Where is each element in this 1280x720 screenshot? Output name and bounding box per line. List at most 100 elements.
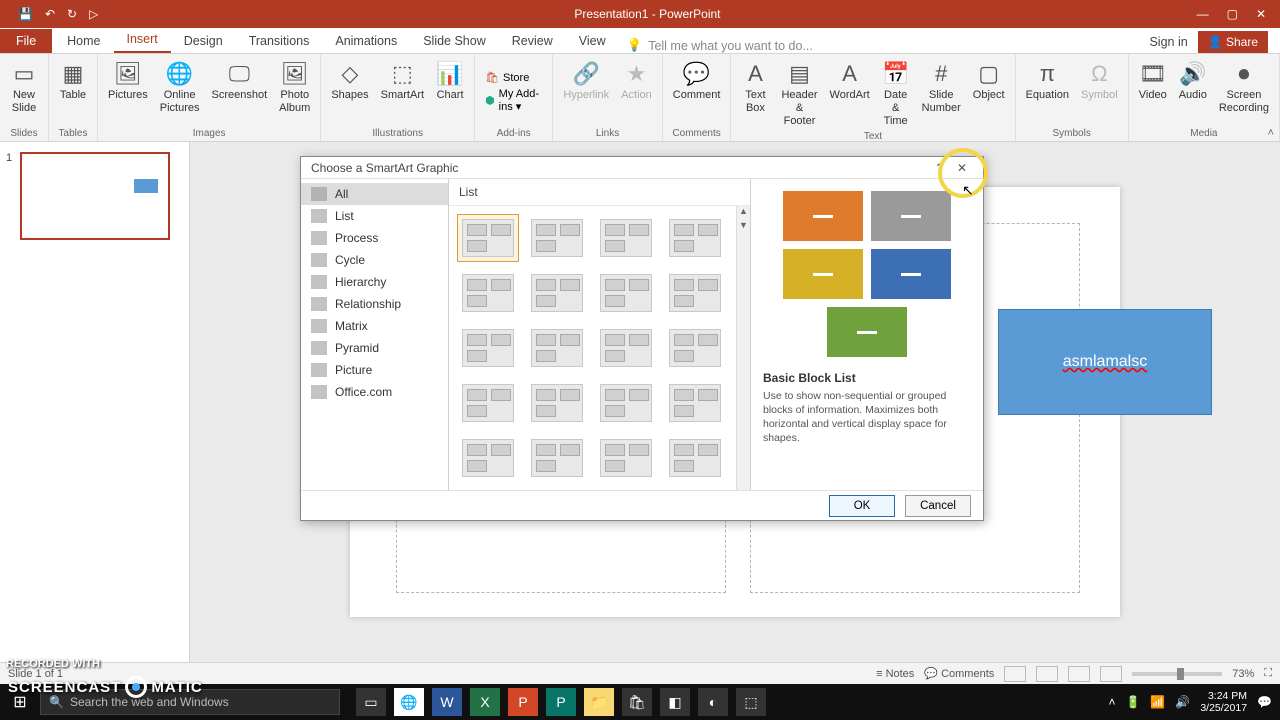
slide-number-button[interactable]: #SlideNumber (916, 56, 967, 131)
share-button[interactable]: 👤 Share (1198, 31, 1268, 53)
layout-option[interactable] (595, 269, 657, 317)
battery-icon[interactable]: 🔋 (1125, 695, 1140, 709)
dialog-close-button[interactable]: ✕ (951, 161, 973, 175)
layout-option[interactable] (526, 269, 588, 317)
table-button[interactable]: ▦Table (53, 56, 93, 128)
powerpoint-icon[interactable]: P (508, 688, 538, 716)
comments-button[interactable]: 💬 Comments (924, 667, 994, 680)
zoom-slider[interactable] (1132, 672, 1222, 676)
category-relationship[interactable]: Relationship (301, 293, 448, 315)
category-cycle[interactable]: Cycle (301, 249, 448, 271)
save-icon[interactable]: 💾 (18, 7, 33, 21)
tab-insert[interactable]: Insert (114, 27, 171, 53)
smartart-button[interactable]: ⬚SmartArt (375, 56, 430, 128)
close-window-icon[interactable]: ✕ (1256, 7, 1266, 21)
tab-view[interactable]: View (566, 29, 619, 53)
taskbar-clock[interactable]: 3:24 PM 3/25/2017 (1200, 690, 1247, 714)
sorter-view-button[interactable] (1036, 666, 1058, 682)
reading-view-button[interactable] (1068, 666, 1090, 682)
tab-home[interactable]: Home (54, 29, 113, 53)
category-process[interactable]: Process (301, 227, 448, 249)
collapse-ribbon-icon[interactable]: ˄ (1268, 127, 1274, 139)
category-office-com[interactable]: Office.com (301, 381, 448, 403)
category-all[interactable]: All (301, 183, 448, 205)
zoom-level[interactable]: 73% (1232, 668, 1254, 680)
wordart-button[interactable]: AWordArt (824, 56, 876, 131)
cancel-button[interactable]: Cancel (905, 495, 971, 517)
layout-option[interactable] (664, 434, 726, 482)
my-addins-button[interactable]: ⬢ My Add-ins ▾ (485, 88, 542, 113)
tab-transitions[interactable]: Transitions (236, 29, 323, 53)
video-button[interactable]: 🎞Video (1133, 56, 1173, 128)
online-pictures-button[interactable]: 🌐OnlinePictures (154, 56, 206, 128)
category-list[interactable]: List (301, 205, 448, 227)
undo-icon[interactable]: ↶ (45, 7, 55, 21)
shapes-button[interactable]: ◇Shapes (325, 56, 374, 128)
audio-button[interactable]: 🔊Audio (1173, 56, 1213, 128)
text-box-shape[interactable]: asmlamalsc (998, 309, 1212, 415)
layout-option[interactable] (595, 379, 657, 427)
layout-option[interactable] (664, 324, 726, 372)
slideshow-view-button[interactable] (1100, 666, 1122, 682)
equation-button[interactable]: πEquation (1020, 56, 1075, 128)
layout-option[interactable] (595, 214, 657, 262)
scroll-down-icon[interactable]: ▼ (737, 220, 750, 234)
app-icon-3[interactable]: ⬚ (736, 688, 766, 716)
pictures-button[interactable]: 🖼Pictures (102, 56, 154, 128)
task-view-icon[interactable]: ▭ (356, 688, 386, 716)
gallery-scrollbar[interactable]: ▲ ▼ (736, 206, 750, 490)
store-button[interactable]: 🛍 Store (485, 71, 542, 84)
word-icon[interactable]: W (432, 688, 462, 716)
redo-icon[interactable]: ↻ (67, 7, 77, 21)
layout-option[interactable] (526, 214, 588, 262)
chart-button[interactable]: 📊Chart (430, 56, 470, 128)
layout-option[interactable] (664, 379, 726, 427)
dialog-help-button[interactable]: ? (929, 161, 951, 175)
tab-design[interactable]: Design (171, 29, 236, 53)
category-matrix[interactable]: Matrix (301, 315, 448, 337)
screenshot-button[interactable]: 🖵Screenshot (206, 56, 274, 128)
chrome-icon[interactable]: 🌐 (394, 688, 424, 716)
excel-icon[interactable]: X (470, 688, 500, 716)
photo-album-button[interactable]: 🖼PhotoAlbum (273, 56, 316, 128)
object-button[interactable]: ▢Object (967, 56, 1011, 131)
maximize-icon[interactable]: ▢ (1227, 7, 1238, 21)
comment-button[interactable]: 💬Comment (667, 56, 727, 128)
store-icon[interactable]: 🛍 (622, 688, 652, 716)
layout-option[interactable] (526, 324, 588, 372)
layout-option[interactable] (457, 324, 519, 372)
layout-option[interactable] (457, 269, 519, 317)
new-slide-button[interactable]: ▭NewSlide (4, 56, 44, 128)
layout-option[interactable] (457, 434, 519, 482)
scroll-up-icon[interactable]: ▲ (737, 206, 750, 220)
notifications-icon[interactable]: 💬 (1257, 695, 1272, 709)
layout-option[interactable] (664, 214, 726, 262)
layout-option[interactable] (457, 214, 519, 262)
tell-me-search[interactable]: Tell me what you want to do... (648, 39, 813, 53)
sign-in-link[interactable]: Sign in (1149, 35, 1187, 49)
layout-option[interactable] (526, 434, 588, 482)
layout-option[interactable] (457, 379, 519, 427)
normal-view-button[interactable] (1004, 666, 1026, 682)
explorer-icon[interactable]: 📁 (584, 688, 614, 716)
start-from-beginning-icon[interactable]: ▷ (89, 7, 98, 21)
wifi-icon[interactable]: 📶 (1150, 695, 1165, 709)
category-picture[interactable]: Picture (301, 359, 448, 381)
layout-option[interactable] (664, 269, 726, 317)
layout-option[interactable] (526, 379, 588, 427)
screen-recording-button[interactable]: ⏺ScreenRecording (1213, 56, 1275, 128)
volume-icon[interactable]: 🔊 (1175, 695, 1190, 709)
tray-up-icon[interactable]: ˄ (1108, 695, 1115, 709)
tab-file[interactable]: File (0, 29, 52, 53)
tab-slideshow[interactable]: Slide Show (410, 29, 499, 53)
layout-option[interactable] (595, 434, 657, 482)
text-box-button[interactable]: ATextBox (735, 56, 775, 131)
category-hierarchy[interactable]: Hierarchy (301, 271, 448, 293)
date-time-button[interactable]: 📅Date &Time (876, 56, 916, 131)
category-pyramid[interactable]: Pyramid (301, 337, 448, 359)
publisher-icon[interactable]: P (546, 688, 576, 716)
app-icon-2[interactable]: ◐ (698, 688, 728, 716)
tab-review[interactable]: Review (499, 29, 566, 53)
header-footer-button[interactable]: ▤Header& Footer (775, 56, 823, 131)
fit-to-window-button[interactable]: ⛶ (1264, 667, 1272, 680)
